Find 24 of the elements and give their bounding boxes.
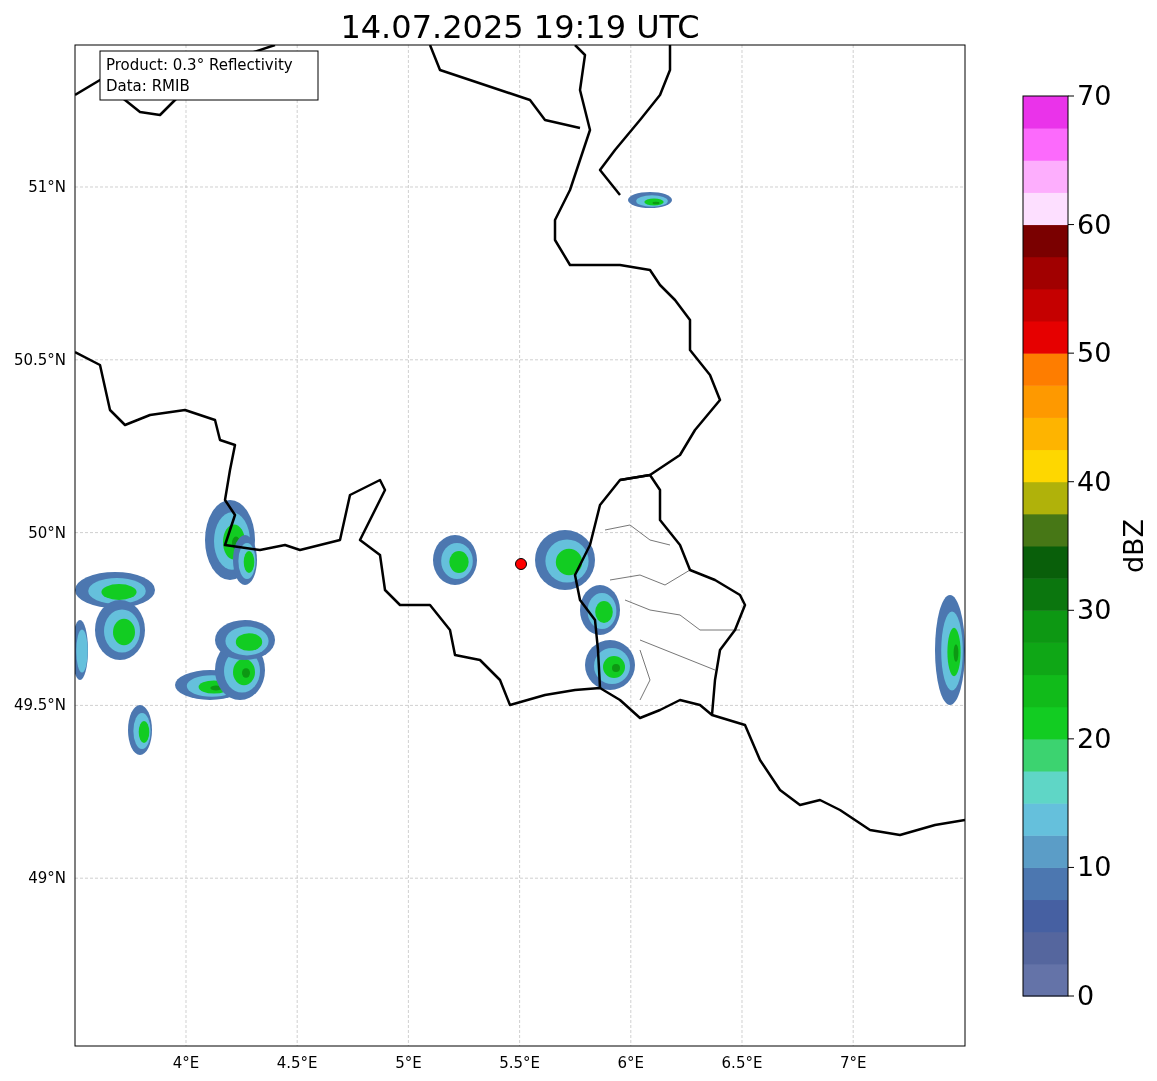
- y-tick-label: 49.5°N: [13, 696, 66, 715]
- x-tick-label: 4.5°E: [276, 1054, 318, 1072]
- annotation-text: Product: 0.3° Reflectivity: [106, 56, 293, 74]
- y-tick-label: 51°N: [28, 178, 66, 196]
- x-tick-label: 6.5°E: [721, 1054, 763, 1072]
- x-tick-label: 5°E: [395, 1054, 422, 1072]
- y-tick-label: 50.5°N: [13, 350, 66, 369]
- y-tick-label: 50°N: [28, 523, 66, 542]
- chart-title: 14.07.2025 19:19 UTC: [340, 8, 700, 46]
- x-tick-label: 4°E: [172, 1054, 200, 1072]
- colorbar-tick-label: 10: [1077, 851, 1112, 883]
- colorbar-tick-label: 50: [1077, 337, 1112, 369]
- x-tick-label: 6°E: [617, 1054, 645, 1072]
- colorbar-tick-label: 60: [1077, 208, 1112, 240]
- colorbar-label: dBZ: [1118, 518, 1149, 574]
- x-tick-label: 7°E: [839, 1054, 867, 1072]
- x-tick-label: 5.5°E: [499, 1054, 540, 1072]
- colorbar-tick-label: 0: [1077, 980, 1095, 1011]
- colorbar-tick-label: 30: [1077, 594, 1112, 626]
- colorbar-tick-label: 40: [1077, 465, 1112, 497]
- y-tick-label: 49°N: [28, 869, 66, 888]
- colorbar-tick-label: 70: [1077, 80, 1112, 111]
- colorbar-tick-label: 20: [1077, 722, 1112, 754]
- annotation-text: Data: RMIB: [106, 77, 190, 95]
